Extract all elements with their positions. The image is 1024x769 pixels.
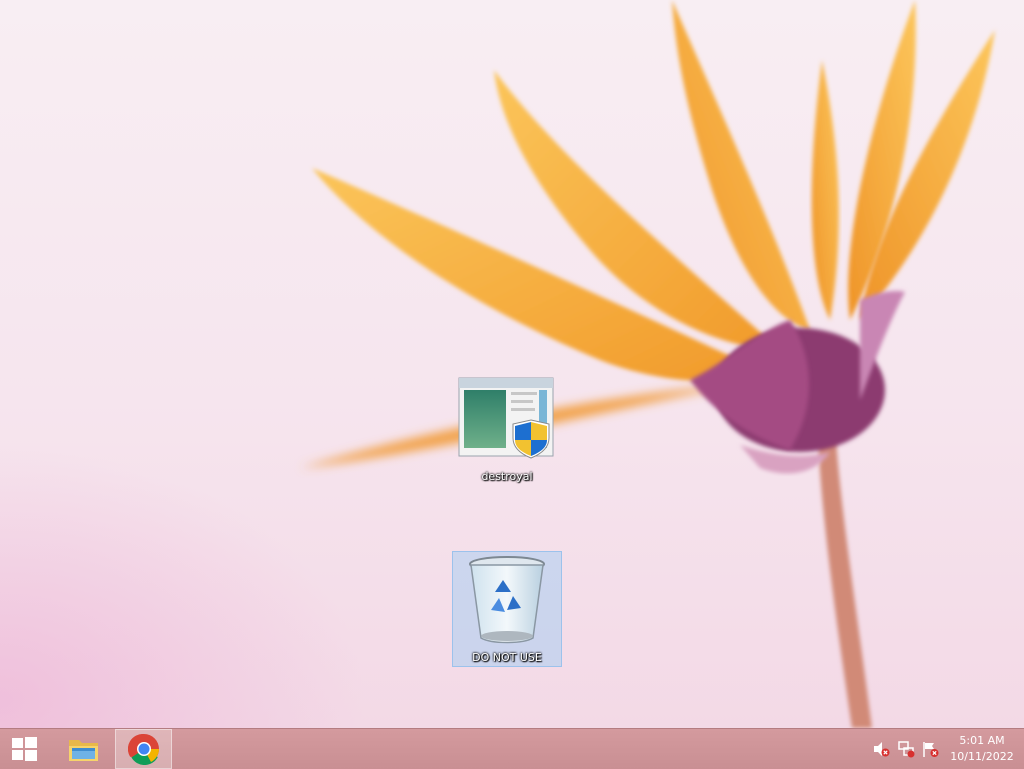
desktop-icon-destroyal[interactable]: destroyal: [455, 376, 559, 483]
taskbar-chrome-button[interactable]: [115, 729, 172, 769]
desktop[interactable]: destroyal DO NOT USE: [0, 0, 1024, 728]
network-disconnected-icon: [898, 741, 915, 758]
taskbar-clock[interactable]: 5:01 AM 10/11/2022: [944, 733, 1020, 765]
action-center-flag-icon: [923, 742, 939, 757]
file-explorer-icon: [69, 740, 98, 761]
clock-date: 10/11/2022: [950, 750, 1014, 763]
chrome-icon: [127, 733, 159, 765]
start-button[interactable]: [0, 729, 48, 769]
windows-logo-icon: [12, 737, 37, 761]
taskbar-file-explorer-button[interactable]: [56, 729, 112, 769]
program-shortcut-icon: [458, 377, 554, 459]
taskbar: 5:01 AM 10/11/2022: [0, 728, 1024, 769]
volume-muted-icon: [874, 742, 890, 757]
tray-volume-button[interactable]: [872, 729, 890, 769]
recycle-bin-icon: [469, 556, 545, 644]
clock-time: 5:01 AM: [959, 734, 1005, 747]
desktop-icon-recycle-bin[interactable]: DO NOT USE: [452, 551, 562, 667]
tray-action-center-button[interactable]: [921, 729, 939, 769]
tray-network-button[interactable]: [897, 729, 915, 769]
desktop-icon-label: destroyal: [481, 470, 533, 483]
desktop-icon-label: DO NOT USE: [472, 651, 542, 664]
